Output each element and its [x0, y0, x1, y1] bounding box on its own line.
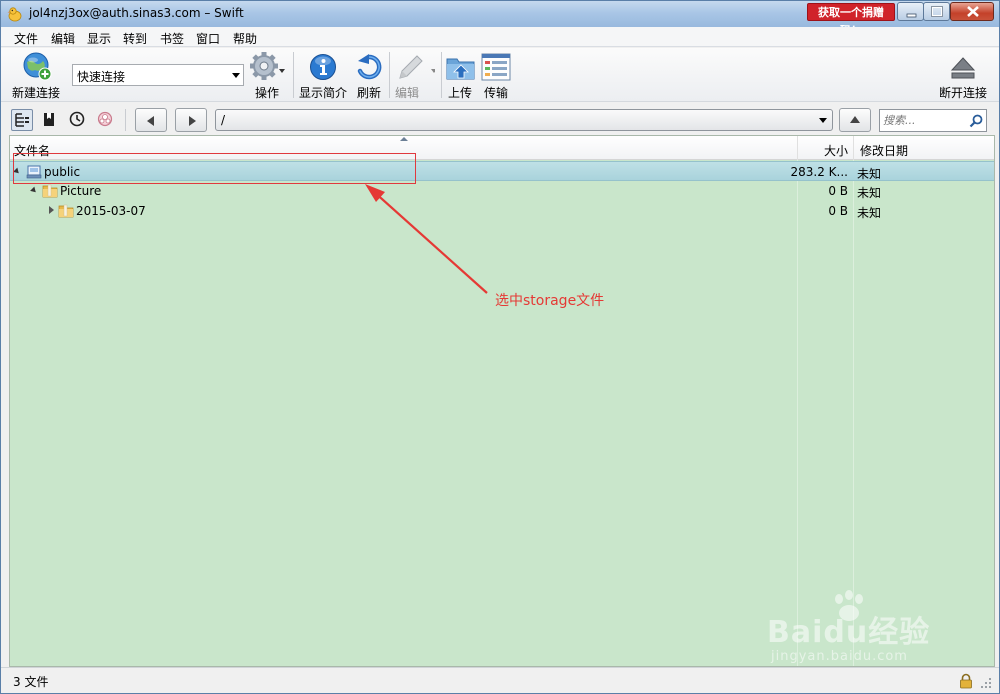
navigation-bar: / [1, 103, 999, 135]
disconnect-label: 断开连接 [938, 86, 987, 100]
watermark-url: jingyan.baidu.com [771, 649, 908, 664]
minimize-button[interactable] [897, 2, 924, 21]
arrow-left-icon [147, 116, 154, 126]
menu-bookmarks[interactable]: 书签 [160, 30, 184, 47]
search-icon[interactable] [968, 113, 984, 129]
new-connection-label: 新建连接 [11, 86, 60, 100]
toolbar-separator [293, 52, 294, 98]
watermark-logo-text: Baidu经验 [767, 615, 931, 650]
tree-view-icon [15, 113, 29, 127]
upload-label: 上传 [447, 86, 472, 100]
menu-go[interactable]: 转到 [123, 30, 147, 47]
donation-key-button[interactable]: 获取一个捐赠码！ [807, 3, 895, 37]
column-size-header[interactable]: 大小 [824, 142, 848, 159]
nav-separator [125, 109, 126, 131]
transfers-list-icon [481, 53, 511, 81]
status-bar: 3 文件 [1, 667, 999, 693]
menu-file[interactable]: 文件 [14, 30, 38, 47]
eject-icon [950, 57, 976, 79]
arrow-right-icon [189, 116, 196, 126]
chevron-down-icon [819, 118, 827, 123]
search-input[interactable] [883, 113, 969, 128]
menu-bar: 文件 编辑 显示 转到 书签 窗口 帮助 [1, 27, 999, 47]
expanded-triangle-icon[interactable] [30, 186, 38, 195]
column-separator[interactable] [797, 136, 798, 160]
arrow-up-icon [850, 116, 860, 123]
file-modified: 未知 [857, 167, 882, 181]
menu-window[interactable]: 窗口 [196, 30, 220, 47]
transfers-label: 传输 [483, 86, 508, 100]
toolbar-separator [441, 52, 442, 98]
action-label: 操作 [254, 86, 279, 100]
pencil-icon [399, 55, 435, 79]
menu-edit[interactable]: 编辑 [51, 30, 75, 47]
minimize-icon [906, 13, 917, 18]
maximize-button[interactable] [923, 2, 950, 21]
file-modified: 未知 [857, 206, 882, 220]
close-button[interactable] [950, 2, 994, 21]
quick-connect-combo[interactable]: 快速连接 [72, 64, 244, 86]
forward-button[interactable] [175, 108, 207, 132]
menu-help[interactable]: 帮助 [233, 30, 257, 47]
menu-view[interactable]: 显示 [87, 30, 111, 47]
file-size: 283.2 K... [790, 165, 848, 179]
parent-directory-button[interactable] [839, 108, 871, 132]
browser-view-button[interactable] [11, 109, 33, 131]
title-bar[interactable]: jol4nzj3ox@auth.sinas3.com – Swift 获取一个捐… [1, 1, 999, 37]
column-modified-header[interactable]: 修改日期 [860, 142, 908, 159]
history-view-button[interactable] [67, 109, 89, 131]
window-title: jol4nzj3ox@auth.sinas3.com – Swift [29, 6, 244, 20]
folder-icon [58, 204, 74, 218]
close-icon [967, 6, 979, 17]
bookmarks-view-button[interactable] [39, 109, 61, 131]
chevron-down-icon [232, 73, 240, 78]
baidu-jingyan-watermark: Baidu经验 jingyan.baidu.com [767, 589, 957, 669]
toolbar: 新建连接 快速连接 操作 显示简介 刷新 编辑 上传 传输 断开连接 [1, 48, 999, 102]
status-file-count: 3 文件 [13, 675, 49, 689]
file-name: Picture [60, 184, 102, 198]
refresh-icon [357, 54, 382, 80]
current-path: / [221, 113, 226, 127]
edit-label: 编辑 [394, 86, 419, 100]
back-button[interactable] [135, 108, 167, 132]
gear-icon [250, 52, 285, 80]
file-name: 2015-03-07 [76, 204, 146, 218]
quick-connect-value: 快速连接 [77, 70, 126, 84]
refresh-label: 刷新 [356, 86, 381, 100]
swift-duck-icon [7, 7, 22, 22]
collapsed-triangle-icon[interactable] [49, 206, 54, 214]
clock-icon [69, 111, 85, 127]
file-size: 0 B [828, 184, 848, 198]
resize-grip-icon[interactable] [979, 676, 993, 690]
annotation-text: 选中storage文件 [495, 293, 605, 309]
bonjour-icon [97, 111, 113, 127]
file-modified: 未知 [857, 186, 882, 200]
annotation-highlight-box [13, 153, 416, 184]
get-info-label: 显示简介 [298, 86, 347, 100]
upload-folder-icon [446, 58, 475, 80]
sort-ascending-icon [400, 137, 408, 141]
column-separator[interactable] [853, 136, 854, 160]
globe-add-icon [23, 52, 52, 81]
search-field[interactable] [879, 109, 987, 132]
maximize-icon [931, 6, 943, 17]
folder-icon [42, 184, 58, 198]
file-row-2015-03-07[interactable]: 2015-03-07 0 B 未知 [10, 201, 994, 221]
file-row-picture[interactable]: Picture 0 B 未知 [10, 181, 994, 201]
info-icon [310, 54, 336, 80]
bonjour-view-button[interactable] [95, 109, 117, 131]
app-window: jol4nzj3ox@auth.sinas3.com – Swift 获取一个捐… [0, 0, 1000, 694]
file-browser[interactable]: 文件名 大小 修改日期 public 283.2 K... 未知 Picture… [9, 135, 995, 667]
file-size: 0 B [828, 204, 848, 218]
lock-icon[interactable] [959, 673, 973, 689]
path-select[interactable]: / [215, 109, 833, 131]
bookmark-icon [44, 113, 54, 126]
